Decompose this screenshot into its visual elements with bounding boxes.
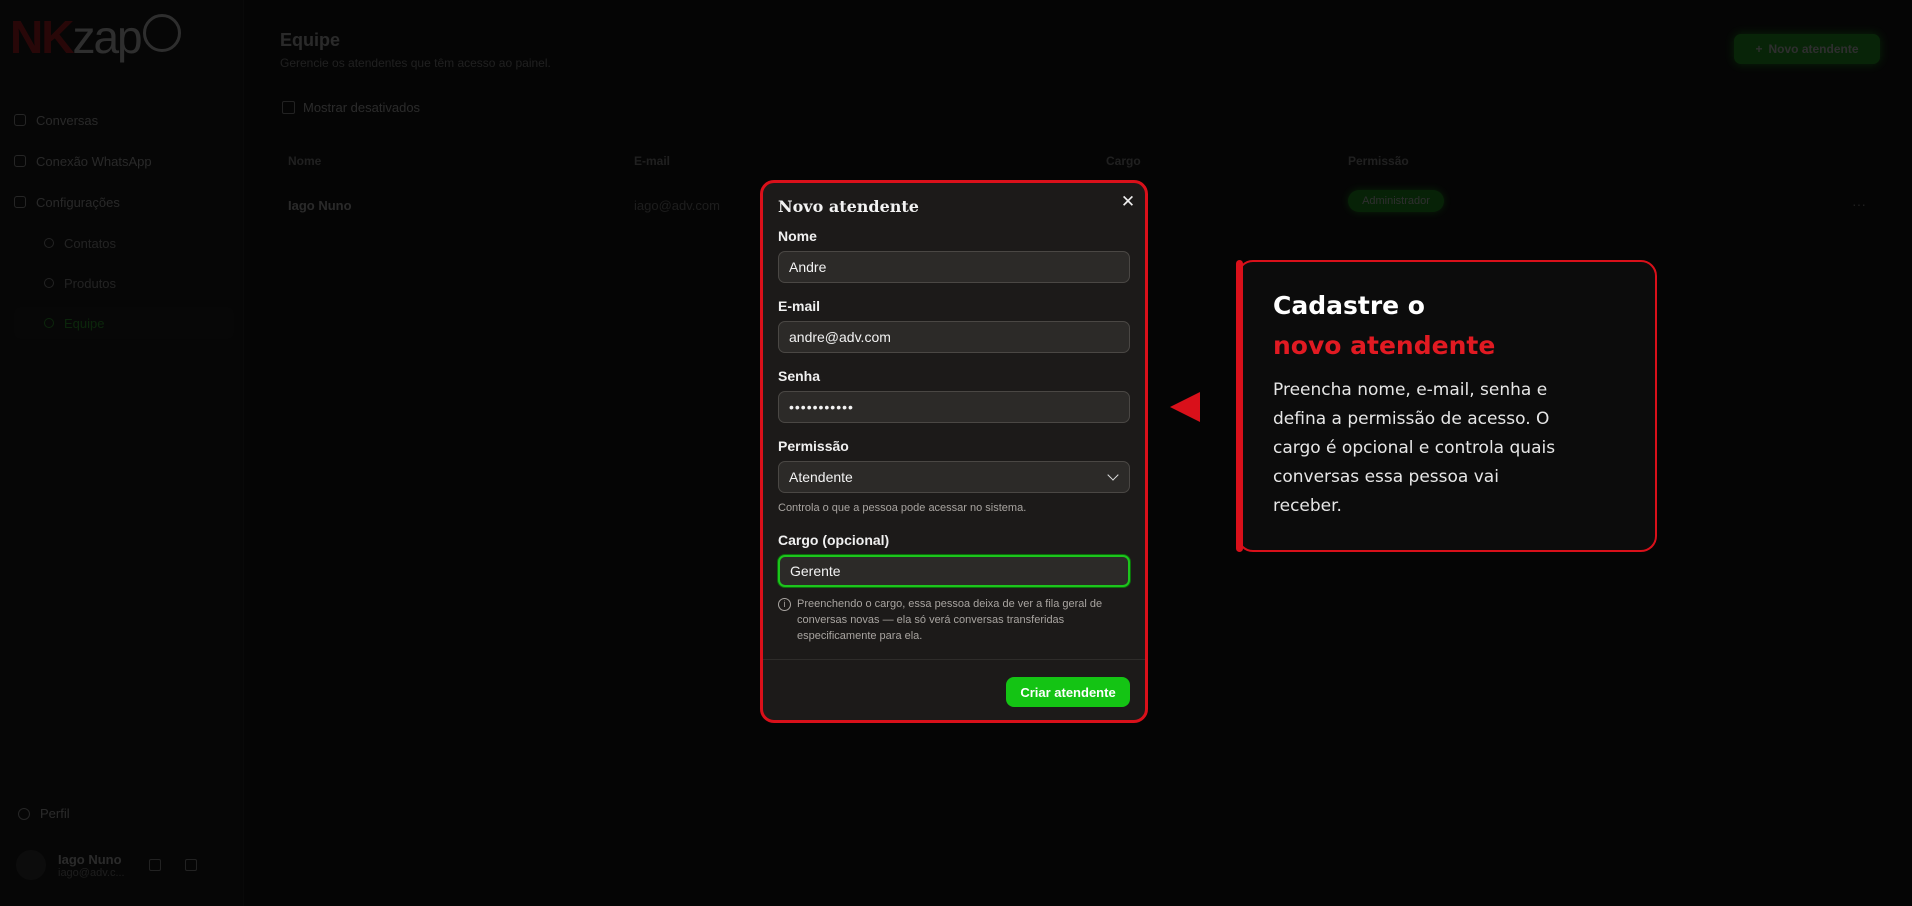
contacts-icon <box>44 238 54 248</box>
column-header-email: E-mail <box>634 154 671 168</box>
column-header-permission: Permissão <box>1348 154 1409 168</box>
user-icon <box>18 807 30 820</box>
row-menu-button[interactable]: ··· <box>1852 196 1866 212</box>
sidebar-item-conexao[interactable]: Conexão WhatsApp <box>14 145 234 177</box>
row-email: iago@adv.com <box>634 198 720 213</box>
avatar <box>16 850 46 880</box>
divider <box>763 659 1145 660</box>
password-field[interactable]: ••••••••••• <box>778 391 1130 423</box>
permission-hint: Controla o que a pessoa pode acessar no … <box>778 502 1027 514</box>
close-icon[interactable]: ✕ <box>1119 193 1137 211</box>
plus-icon: + <box>1755 42 1763 56</box>
page-title: Equipe <box>280 30 341 50</box>
callout-body: Preencha nome, e-mail, senha e defina a … <box>1273 380 1556 516</box>
password-label: Senha <box>778 368 821 384</box>
chevron-down-icon <box>1107 469 1119 481</box>
pointer-arrow-icon <box>1170 392 1200 422</box>
permission-select[interactable]: Atendente <box>778 461 1130 493</box>
column-header-role: Cargo <box>1106 154 1141 168</box>
team-icon <box>44 318 54 328</box>
sidebar-item-contatos[interactable]: Contatos <box>14 227 234 259</box>
role-field[interactable]: Gerente <box>778 555 1130 587</box>
sidebar-item-equipe[interactable]: Equipe <box>14 307 234 339</box>
box-icon <box>44 278 54 288</box>
user-email: iago@adv.c... <box>58 866 125 879</box>
sidebar-item-configuracoes[interactable]: Configurações <box>14 186 234 218</box>
show-inactive-toggle[interactable]: Mostrar desativados <box>282 100 420 115</box>
column-header-name: Nome <box>288 154 322 168</box>
create-agent-button[interactable]: Criar atendente <box>1006 677 1130 707</box>
sidebar-item-perfil[interactable]: Perfil <box>18 806 70 821</box>
user-name: Iago Nuno <box>58 851 122 867</box>
nkzap-logo: NKzap <box>10 14 181 60</box>
moon-icon[interactable] <box>148 859 161 871</box>
row-name: Iago Nuno <box>288 198 352 213</box>
callout-title-line1: Cadastre o <box>1273 291 1425 320</box>
callout-title-line2: novo atendente <box>1273 331 1496 360</box>
callout-accent-bar <box>1236 260 1243 552</box>
role-info: i Preenchendo o cargo, essa pessoa deixa… <box>778 596 1130 644</box>
page-subtitle: Gerencie os atendentes que têm acesso ao… <box>280 56 551 70</box>
permission-value: Atendente <box>789 469 853 485</box>
permission-badge: Administrador <box>1348 190 1444 212</box>
sidebar-nav: Conversas Conexão WhatsApp Configurações… <box>14 104 234 347</box>
sidebar-item-conversas[interactable]: Conversas <box>14 104 234 136</box>
user-card: Iago Nuno iago@adv.c... <box>16 850 197 880</box>
modal-title: Novo atendente <box>778 197 919 216</box>
logout-icon[interactable] <box>184 859 197 871</box>
name-field[interactable]: Andre <box>778 251 1130 283</box>
chat-icon <box>14 114 26 126</box>
new-agent-modal: Novo atendente ✕ Nome Andre E-mail andre… <box>760 180 1148 723</box>
role-label: Cargo (opcional) <box>778 532 890 548</box>
gear-icon <box>14 196 26 208</box>
new-agent-button[interactable]: + Novo atendente <box>1734 34 1880 64</box>
info-icon: i <box>778 598 791 611</box>
sidebar: NKzap Conversas Conexão WhatsApp Configu… <box>0 0 244 906</box>
tutorial-callout: Cadastre o novo atendente Preencha nome,… <box>1237 260 1657 552</box>
email-field[interactable]: andre@adv.com <box>778 321 1130 353</box>
role-info-text: Preenchendo o cargo, essa pessoa deixa d… <box>797 598 1103 642</box>
permission-label: Permissão <box>778 438 849 454</box>
sidebar-item-produtos[interactable]: Produtos <box>14 267 234 299</box>
plug-icon <box>14 155 26 167</box>
callout-title: Cadastre o novo atendente <box>1273 286 1495 366</box>
name-label: Nome <box>778 228 817 244</box>
checkbox[interactable] <box>282 101 295 114</box>
email-label: E-mail <box>778 298 821 314</box>
